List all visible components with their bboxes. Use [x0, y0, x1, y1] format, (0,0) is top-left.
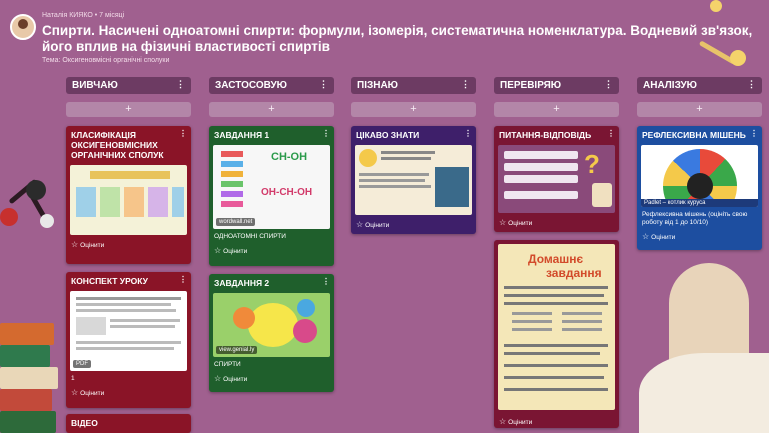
homework-heading: завдання — [546, 266, 602, 280]
card-image: Padlet – котлик куруса — [641, 145, 758, 207]
card-image: ? — [498, 145, 615, 213]
column-menu-icon[interactable]: ⋮ — [461, 79, 470, 90]
add-post-button[interactable]: + — [351, 102, 476, 117]
column-analizuyu: АНАЛІЗУЮ ⋮ + — [637, 77, 762, 117]
page-subtitle: Тема: Оксигеновмісні органічні сполуки — [42, 57, 170, 64]
page-title: Спирти. Насичені одноатомні спирти: форм… — [42, 23, 753, 54]
star-icon: ☆ — [642, 232, 650, 241]
card-title: ЗАВДАННЯ 1 — [214, 130, 270, 140]
card-menu-icon[interactable]: ⋮ — [179, 275, 187, 285]
card-title: КОНСПЕКТ УРОКУ — [71, 276, 148, 286]
card-image: Домашнє завдання — [498, 244, 615, 410]
rate-button[interactable]: ☆ Оцінити — [209, 243, 334, 259]
star-icon: ☆ — [71, 388, 79, 397]
column-zastosovuyu: ЗАСТОСОВУЮ ⋮ + — [209, 77, 334, 117]
author-meta: Наталія КИЯКО • 7 місяці — [42, 12, 125, 19]
column-header[interactable]: АНАЛІЗУЮ ⋮ — [637, 77, 762, 94]
card-title: РЕФЛЕКСИВНА МІШЕНЬ — [642, 130, 746, 140]
rate-button[interactable]: ☆ Оцінити — [351, 217, 476, 233]
column-menu-icon[interactable]: ⋮ — [319, 79, 328, 90]
card-task-2[interactable]: ЗАВДАННЯ 2 ⋮ view.genial.ly СПИРТИ ☆ Оцін… — [209, 274, 334, 392]
card-classification[interactable]: КЛАСИФІКАЦІЯ ОКСИГЕНОВМІСНИХ ОРГАНІЧНИХ … — [66, 126, 191, 264]
star-icon: ☆ — [356, 220, 364, 229]
column-title: ПЕРЕВІРЯЮ — [500, 80, 562, 91]
column-pereviryayu: ПЕРЕВІРЯЮ ⋮ + — [494, 77, 619, 117]
column-title: АНАЛІЗУЮ — [643, 80, 697, 91]
card-title: ЗАВДАННЯ 2 — [214, 278, 270, 288]
card-body: ОДНОАТОМНІ СПИРТИ — [214, 233, 286, 240]
card-reflection[interactable]: РЕФЛЕКСИВНА МІШЕНЬ ⋮ Padlet – котлик кур… — [637, 126, 762, 250]
card-task-1[interactable]: ЗАВДАННЯ 1 ⋮ CH-OH OH-CH-OH wordwall.net… — [209, 126, 334, 266]
source-tag: view.genial.ly — [216, 346, 258, 354]
card-image: CH-OH OH-CH-OH wordwall.net — [213, 145, 330, 229]
source-tag: wordwall.net — [216, 218, 256, 226]
column-header[interactable]: ПІЗНАЮ ⋮ — [351, 77, 476, 94]
card-title: ЦІКАВО ЗНАТИ — [356, 130, 420, 140]
star-icon: ☆ — [499, 417, 507, 426]
rate-button[interactable]: ☆ Оцінити — [637, 229, 762, 245]
column-title: ВИВЧАЮ — [72, 80, 118, 91]
card-homework[interactable]: Домашнє завдання ☆ Оцінити — [494, 240, 619, 428]
board-header: Наталія КИЯКО • 7 місяці Спирти. Насичен… — [10, 10, 759, 72]
image-caption: Padlet – котлик куруса — [641, 199, 758, 207]
card-image: view.genial.ly — [213, 293, 330, 357]
card-image — [355, 145, 472, 215]
card-interesting[interactable]: ЦІКАВО ЗНАТИ ⋮ ☆ Оцінити — [351, 126, 476, 234]
card-lesson-notes[interactable]: КОНСПЕКТ УРОКУ ⋮ PDF 1 ☆ Оцінити — [66, 272, 191, 408]
formula-text: CH-OH — [271, 151, 308, 163]
add-post-button[interactable]: + — [494, 102, 619, 117]
column-header[interactable]: ЗАСТОСОВУЮ ⋮ — [209, 77, 334, 94]
column-vyvchayu: ВИВЧАЮ ⋮ + — [66, 77, 191, 117]
rate-button[interactable]: ☆ Оцінити — [494, 414, 619, 428]
card-video[interactable]: ВІДЕО — [66, 414, 191, 433]
molecule-decoration-left — [0, 170, 70, 260]
card-menu-icon[interactable]: ⋮ — [322, 277, 330, 287]
card-menu-icon[interactable]: ⋮ — [464, 129, 472, 139]
star-icon: ☆ — [214, 374, 222, 383]
question-mark-icon: ? — [584, 149, 600, 179]
card-title: ПИТАННЯ-ВІДПОВІДЬ — [499, 130, 592, 140]
star-icon: ☆ — [499, 218, 507, 227]
card-image: PDF — [70, 291, 187, 371]
column-menu-icon[interactable]: ⋮ — [604, 79, 613, 90]
star-icon: ☆ — [214, 246, 222, 255]
rate-button[interactable]: ☆ Оцінити — [66, 237, 191, 253]
card-image — [70, 165, 187, 235]
add-post-button[interactable]: + — [209, 102, 334, 117]
card-body: СПИРТИ — [214, 361, 241, 368]
column-menu-icon[interactable]: ⋮ — [747, 79, 756, 90]
rate-button[interactable]: ☆ Оцінити — [66, 385, 191, 401]
card-menu-icon[interactable]: ⋮ — [179, 129, 187, 139]
card-menu-icon[interactable]: ⋮ — [322, 129, 330, 139]
rate-button[interactable]: ☆ Оцінити — [494, 215, 619, 231]
avatar[interactable] — [10, 14, 36, 40]
card-body: Рефлексивна мішень (оцініть свою роботу … — [642, 211, 748, 226]
pdf-tag: PDF — [73, 360, 91, 368]
formula-text: OH-CH-OH — [261, 187, 313, 198]
column-menu-icon[interactable]: ⋮ — [176, 79, 185, 90]
card-question-answer[interactable]: ПИТАННЯ-ВІДПОВІДЬ ⋮ ? ☆ Оцінити — [494, 126, 619, 232]
card-menu-icon[interactable]: ⋮ — [607, 129, 615, 139]
add-post-button[interactable]: + — [66, 102, 191, 117]
homework-heading: Домашнє — [528, 252, 584, 266]
column-header[interactable]: ВИВЧАЮ ⋮ — [66, 77, 191, 94]
star-icon: ☆ — [71, 240, 79, 249]
column-title: ПІЗНАЮ — [357, 80, 398, 91]
card-menu-icon[interactable]: ⋮ — [750, 129, 758, 139]
column-piznayu: ПІЗНАЮ ⋮ + — [351, 77, 476, 117]
column-header[interactable]: ПЕРЕВІРЯЮ ⋮ — [494, 77, 619, 94]
rate-button[interactable]: ☆ Оцінити — [209, 371, 334, 387]
column-title: ЗАСТОСОВУЮ — [215, 80, 287, 91]
books-decoration — [0, 243, 60, 433]
card-title: ВІДЕО — [71, 418, 98, 428]
card-body: 1 — [71, 375, 75, 382]
card-title: КЛАСИФІКАЦІЯ ОКСИГЕНОВМІСНИХ ОРГАНІЧНИХ … — [71, 130, 164, 160]
add-post-button[interactable]: + — [637, 102, 762, 117]
